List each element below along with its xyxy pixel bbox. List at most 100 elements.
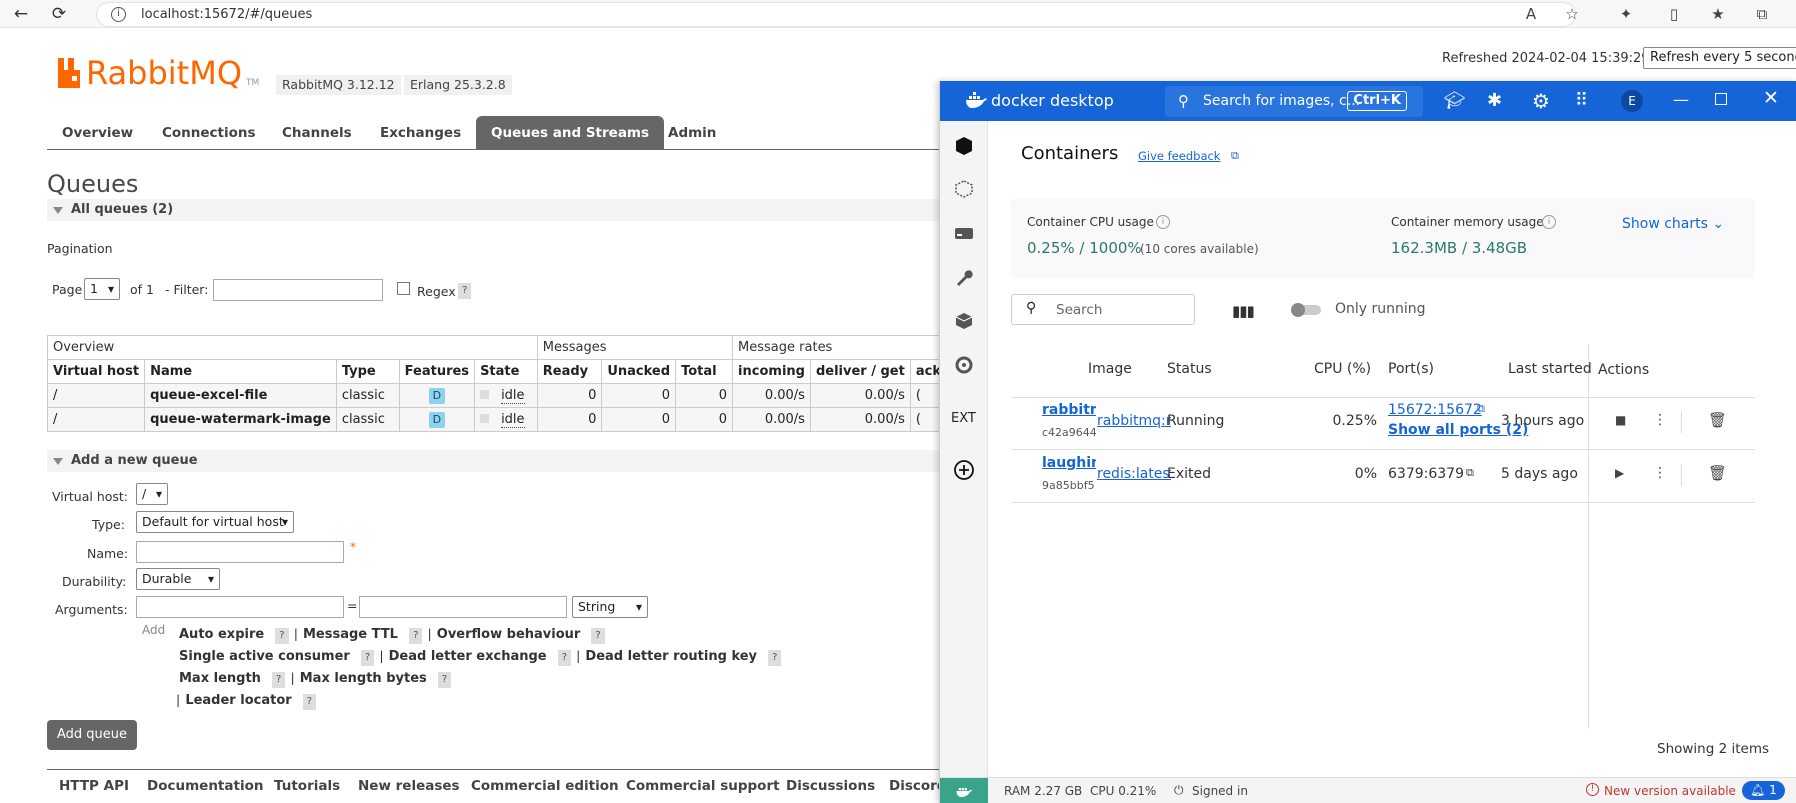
table-row[interactable]: laughing 9a85bbf5 redis:latest Exited 0%… xyxy=(1011,451,1755,503)
col-ports[interactable]: Port(s) xyxy=(1388,361,1434,377)
images-icon[interactable] xyxy=(953,178,975,200)
durability-select[interactable]: Durable xyxy=(136,568,220,590)
add-extension-icon[interactable] xyxy=(953,459,975,481)
image-link[interactable]: redis:latest xyxy=(1097,466,1171,482)
option-message-ttl[interactable]: Message TTL xyxy=(303,627,398,642)
vhost-select[interactable]: / xyxy=(136,483,168,505)
container-name-link[interactable]: rabbitmq xyxy=(1042,402,1096,418)
address-bar[interactable]: i localhost:15672/#/queues xyxy=(96,2,1576,27)
extensions-icon[interactable]: ✦ xyxy=(1616,5,1636,23)
scout-icon[interactable] xyxy=(953,354,975,376)
tab-exchanges[interactable]: Exchanges xyxy=(365,116,476,149)
queue-name-link[interactable]: queue-excel-file xyxy=(144,383,337,408)
col-state[interactable]: State xyxy=(474,359,538,384)
favorites-icon[interactable]: ★ xyxy=(1708,5,1728,23)
collections-icon[interactable]: ⧉ xyxy=(1752,5,1772,23)
settings-gear-icon[interactable]: ⚙ xyxy=(1532,89,1550,113)
memory-info-icon[interactable]: i xyxy=(1542,215,1556,229)
help-max-length-bytes[interactable]: ? xyxy=(437,672,452,688)
col-last-started[interactable]: Last started xyxy=(1508,361,1592,377)
more-options-icon[interactable]: ⋮ xyxy=(1653,412,1667,428)
builds-wrench-icon[interactable] xyxy=(953,266,975,288)
help-auto-expire[interactable]: ? xyxy=(275,628,289,644)
col-incoming[interactable]: incoming xyxy=(732,359,811,384)
give-feedback-link[interactable]: Give feedback xyxy=(1138,149,1220,163)
option-auto-expire[interactable]: Auto expire xyxy=(179,627,264,642)
all-queues-header[interactable]: All queues (2) xyxy=(47,199,947,221)
col-ready[interactable]: Ready xyxy=(536,359,603,384)
column-toggle-icon[interactable]: ▮▮▮ xyxy=(1232,302,1255,320)
footer-tutorials[interactable]: Tutorials xyxy=(274,778,340,794)
footer-commercial-support[interactable]: Commercial support xyxy=(626,778,780,794)
reload-icon[interactable]: ⟳ xyxy=(48,3,70,25)
option-max-length[interactable]: Max length xyxy=(179,671,261,686)
argument-value-input[interactable] xyxy=(359,596,567,618)
help-max-length[interactable]: ? xyxy=(272,672,286,688)
back-icon[interactable]: ← xyxy=(10,3,32,25)
container-name-link[interactable]: laughing xyxy=(1042,455,1096,471)
help-dead-letter-exchange[interactable]: ? xyxy=(557,650,572,666)
docker-hub-icon[interactable] xyxy=(953,310,975,332)
tab-overview[interactable]: Overview xyxy=(47,116,148,149)
footer-documentation[interactable]: Documentation xyxy=(147,778,263,794)
add-queue-header[interactable]: Add a new queue xyxy=(47,450,947,472)
col-total[interactable]: Total xyxy=(675,359,734,384)
footer-discord[interactable]: Discord xyxy=(889,778,946,794)
option-single-active-consumer[interactable]: Single active consumer xyxy=(179,649,350,664)
filter-input[interactable] xyxy=(213,279,383,301)
tab-admin[interactable]: Admin xyxy=(653,116,731,149)
col-type[interactable]: Type xyxy=(335,359,400,384)
show-charts-button[interactable]: Show charts ⌄ xyxy=(1622,216,1724,232)
only-running-toggle[interactable] xyxy=(1291,303,1321,317)
notifications-badge[interactable]: 🔔︎ 1 xyxy=(1742,781,1785,800)
info-icon[interactable]: i xyxy=(111,7,126,22)
footer-http-api[interactable]: HTTP API xyxy=(59,778,129,794)
footer-commercial-edition[interactable]: Commercial edition xyxy=(471,778,619,794)
close-icon[interactable]: ✕ xyxy=(1763,87,1779,109)
favorite-star-icon[interactable]: ☆ xyxy=(1562,5,1582,23)
option-dead-letter-exchange[interactable]: Dead letter exchange xyxy=(389,649,547,664)
cpu-info-icon[interactable]: i xyxy=(1156,215,1170,229)
troubleshoot-bug-icon[interactable]: ✱ xyxy=(1487,90,1502,111)
tab-connections[interactable]: Connections xyxy=(147,116,271,149)
refresh-interval-select[interactable]: Refresh every 5 seconds xyxy=(1643,47,1796,69)
option-overflow-behaviour[interactable]: Overflow behaviour xyxy=(437,627,581,642)
start-play-icon[interactable]: ▶ xyxy=(1615,466,1624,480)
stop-icon[interactable]: ■ xyxy=(1615,413,1626,427)
delete-icon[interactable]: 🗑︎ xyxy=(1708,411,1727,429)
add-queue-button[interactable]: Add queue xyxy=(47,720,138,750)
queue-name-link[interactable]: queue-watermark-image xyxy=(144,407,337,432)
container-search-input[interactable]: ⚲ Search xyxy=(1011,294,1195,325)
col-name[interactable]: Name xyxy=(144,359,337,384)
regex-checkbox[interactable] xyxy=(397,282,410,295)
col-cpu[interactable]: CPU (%) xyxy=(1314,361,1371,377)
queue-type-select[interactable]: Default for virtual host xyxy=(136,511,294,533)
tab-channels[interactable]: Channels xyxy=(267,116,367,149)
external-link-icon[interactable]: ⧉ xyxy=(1466,466,1474,480)
help-message-ttl[interactable]: ? xyxy=(409,628,423,644)
user-avatar[interactable]: E xyxy=(1621,90,1643,112)
col-features[interactable]: Features xyxy=(398,359,476,384)
help-single-active-consumer[interactable]: ? xyxy=(360,650,375,666)
option-leader-locator[interactable]: Leader locator xyxy=(185,693,291,708)
new-version-link[interactable]: New version available xyxy=(1604,784,1736,798)
col-unacked[interactable]: Unacked xyxy=(601,359,677,384)
image-link[interactable]: rabbitmq:m xyxy=(1097,413,1171,429)
col-status[interactable]: Status xyxy=(1167,361,1212,377)
queue-name-input[interactable] xyxy=(136,541,344,563)
grid-menu-icon[interactable]: ⠿ xyxy=(1575,90,1588,111)
docker-search-bar[interactable]: ⚲ Search for images, c... Ctrl+K xyxy=(1165,86,1423,117)
page-select[interactable]: 1 xyxy=(84,278,120,300)
col-virtual-host[interactable]: Virtual host xyxy=(46,359,146,384)
table-row[interactable]: / queue-watermark-image classic D idle 0… xyxy=(46,407,948,432)
help-dead-letter-routing-key[interactable]: ? xyxy=(768,650,782,666)
footer-new-releases[interactable]: New releases xyxy=(358,778,460,794)
learning-center-icon[interactable]: 🎓︎ xyxy=(1444,91,1466,111)
maximize-icon[interactable] xyxy=(1715,93,1727,105)
argument-key-input[interactable] xyxy=(136,596,344,618)
tab-queues-and-streams[interactable]: Queues and Streams xyxy=(476,116,665,149)
read-aloud-icon[interactable]: A xyxy=(1521,5,1541,23)
col-image[interactable]: Image xyxy=(1088,361,1132,377)
engine-status-whale-icon[interactable] xyxy=(940,778,988,803)
help-overflow[interactable]: ? xyxy=(591,628,605,644)
